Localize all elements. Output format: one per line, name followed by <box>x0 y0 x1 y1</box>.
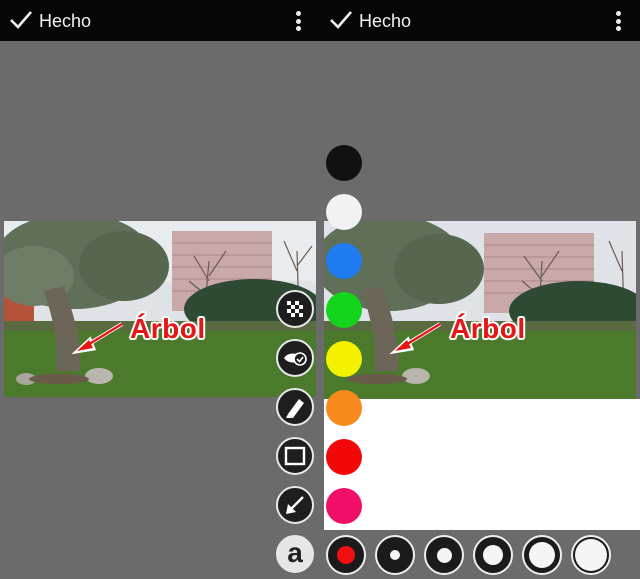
rectangle-icon <box>284 446 306 466</box>
done-label: Hecho <box>39 11 92 31</box>
overflow-menu-icon[interactable] <box>296 11 302 31</box>
pixelate-tool-button[interactable] <box>276 290 314 328</box>
top-toolbar: Hecho <box>320 0 640 41</box>
eye-check-icon <box>284 352 307 366</box>
photo-text-label[interactable]: Árbol <box>130 313 206 345</box>
stroke-size-dot <box>337 546 355 564</box>
pen-tool-button[interactable] <box>276 388 314 426</box>
stroke-size-dot <box>390 550 400 560</box>
overflow-menu-icon[interactable] <box>616 11 622 31</box>
color-swatch-yellow[interactable] <box>326 341 362 377</box>
right-editor-pane: Hecho Árbol <box>320 0 640 579</box>
text-tool-button[interactable]: a <box>276 535 314 573</box>
edited-photo[interactable]: Árbol <box>4 221 316 397</box>
stroke-size-button-4[interactable] <box>522 535 562 575</box>
color-swatch-orange[interactable] <box>326 390 362 426</box>
done-label: Hecho <box>359 11 412 31</box>
stroke-size-button-5[interactable] <box>571 535 611 575</box>
color-swatch-pink[interactable] <box>326 488 362 524</box>
text-a-icon: a <box>287 537 303 568</box>
check-icon <box>10 11 32 29</box>
stroke-size-button-1[interactable] <box>375 535 415 575</box>
color-swatch-white[interactable] <box>326 194 362 230</box>
stroke-size-dot <box>436 547 452 563</box>
arrow-icon <box>286 496 304 514</box>
stroke-size-button-2[interactable] <box>424 535 464 575</box>
stroke-size-dot <box>529 542 555 568</box>
color-picker-panel <box>324 399 640 530</box>
stroke-size-button-3[interactable] <box>473 535 513 575</box>
left-editor-pane: Hecho Árbol a <box>0 0 320 579</box>
color-swatch-black[interactable] <box>326 145 362 181</box>
mosaic-icon <box>287 301 303 317</box>
marker-icon <box>286 399 304 418</box>
stroke-size-dot <box>575 539 607 571</box>
highlight-tool-button[interactable] <box>276 339 314 377</box>
stroke-size-dot <box>483 545 503 565</box>
photo-scene <box>4 221 316 397</box>
rectangle-tool-button[interactable] <box>276 437 314 475</box>
photo-text-label[interactable]: Árbol <box>450 313 526 345</box>
photo-scene <box>324 221 636 399</box>
edited-photo[interactable]: Árbol <box>324 221 636 399</box>
stroke-size-button-0[interactable] <box>326 535 366 575</box>
arrow-tool-button[interactable] <box>276 486 314 524</box>
color-swatch-blue[interactable] <box>326 243 362 279</box>
color-swatch-green[interactable] <box>326 292 362 328</box>
check-icon <box>330 11 352 29</box>
color-swatch-red[interactable] <box>326 439 362 475</box>
top-toolbar: Hecho <box>0 0 320 41</box>
